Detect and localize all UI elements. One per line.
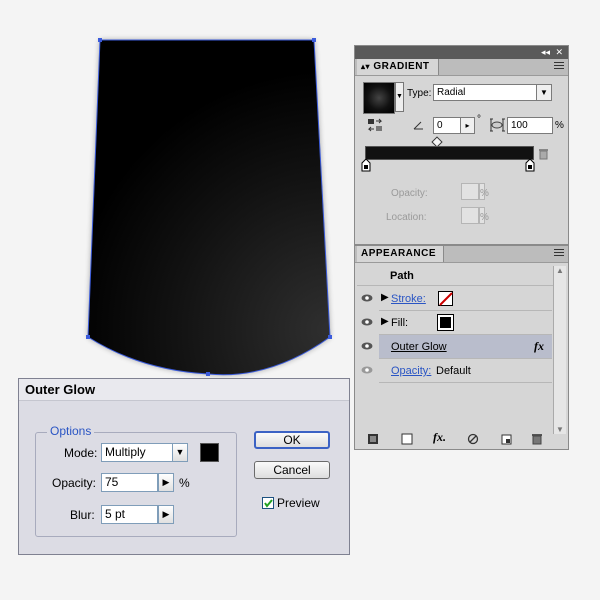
fill-row[interactable]: ▶ Fill: xyxy=(379,311,552,335)
outer-glow-visibility[interactable] xyxy=(357,335,377,359)
color-stop-right[interactable] xyxy=(525,158,535,175)
tab-gradient[interactable]: ▴▾ GRADIENT xyxy=(357,59,439,75)
stroke-visibility[interactable] xyxy=(357,287,377,311)
reduce-icon[interactable] xyxy=(467,433,479,445)
checkmark-icon xyxy=(264,499,273,508)
appearance-footer: fx. xyxy=(355,430,555,448)
tab-arrows-icon: ▴▾ xyxy=(361,62,371,71)
gradient-ramp[interactable] xyxy=(365,146,534,160)
glow-color-swatch[interactable] xyxy=(200,443,219,462)
opacity-unit: % xyxy=(179,476,190,490)
mode-dropdown-button[interactable]: ▼ xyxy=(172,443,188,462)
blur-input[interactable]: 5 pt xyxy=(101,505,158,524)
duplicate-item-icon[interactable] xyxy=(501,433,513,445)
options-group-label: Options xyxy=(47,424,95,438)
cancel-button[interactable]: Cancel xyxy=(254,461,330,479)
outer-glow-row[interactable]: Outer Glow fx xyxy=(379,335,552,359)
opacity-label: Opacity: xyxy=(52,476,97,490)
mode-label: Mode: xyxy=(64,446,98,460)
opacity-field xyxy=(461,183,479,200)
fill-visibility[interactable] xyxy=(357,311,377,335)
angle-dropdown-button[interactable]: ▸ xyxy=(460,117,475,134)
opacity-stepper-button[interactable]: ▶ xyxy=(158,473,174,492)
dialog-title[interactable]: Outer Glow xyxy=(19,379,349,401)
delete-stop-icon[interactable] xyxy=(538,147,549,163)
opacity-visibility[interactable] xyxy=(357,359,377,383)
location-percent: % xyxy=(480,212,489,223)
selected-path-shape[interactable] xyxy=(87,39,331,376)
scroll-up-icon[interactable]: ▲ xyxy=(554,266,566,275)
fill-label[interactable]: Fill: xyxy=(391,317,408,329)
new-art-basic-icon[interactable] xyxy=(367,433,379,445)
stroke-none-swatch[interactable] xyxy=(438,291,453,306)
eye-icon xyxy=(361,294,373,302)
angle-icon xyxy=(413,120,425,133)
mode-select[interactable]: Multiply xyxy=(101,443,173,462)
panel-menu-icon[interactable] xyxy=(554,62,564,71)
expand-triangle-icon[interactable]: ▶ xyxy=(381,316,389,327)
opacity-value: Default xyxy=(436,365,471,377)
gradient-panel: ◂◂ ✕ ▴▾ GRADIENT ▼ Type: Radial ▼ 0 ▸ ° … xyxy=(354,45,569,245)
outer-glow-dialog: Outer Glow Options Mode: Multiply ▼ Opac… xyxy=(18,378,350,555)
swatch-dropdown-icon[interactable]: ▼ xyxy=(395,82,404,112)
fx-icon[interactable]: fx xyxy=(534,339,544,354)
gradient-swatch[interactable] xyxy=(363,82,395,114)
opacity-link[interactable]: Opacity: xyxy=(391,365,431,377)
add-effect-icon[interactable]: fx. xyxy=(433,430,446,445)
preview-label[interactable]: Preview xyxy=(277,496,320,510)
opacity-label: Opacity: xyxy=(391,188,428,199)
blur-stepper-button[interactable]: ▶ xyxy=(158,505,174,524)
opacity-row[interactable]: Opacity: Default xyxy=(379,359,552,383)
panel-menu-icon[interactable] xyxy=(554,249,564,258)
aspect-ratio-icon xyxy=(489,117,505,136)
color-stop-left[interactable] xyxy=(361,158,371,175)
fill-black-swatch[interactable] xyxy=(437,314,454,331)
preview-checkbox[interactable] xyxy=(262,497,274,509)
blur-label: Blur: xyxy=(70,508,95,522)
eye-icon xyxy=(361,342,373,350)
clear-appearance-icon[interactable] xyxy=(401,433,413,445)
panel-scrollbar[interactable]: ▲ ▼ xyxy=(553,266,566,434)
location-field xyxy=(461,207,479,224)
outer-glow-label[interactable]: Outer Glow xyxy=(391,341,447,353)
eye-icon xyxy=(361,318,373,326)
stroke-label[interactable]: Stroke: xyxy=(391,293,426,305)
opacity-input[interactable]: 75 xyxy=(101,473,158,492)
scroll-down-icon[interactable]: ▼ xyxy=(554,425,566,434)
tab-appearance[interactable]: APPEARANCE xyxy=(357,246,444,262)
reverse-gradient-icon[interactable] xyxy=(367,118,383,132)
location-label: Location: xyxy=(386,212,427,223)
close-icon[interactable]: ✕ xyxy=(555,47,563,57)
degree-symbol: ° xyxy=(477,114,481,125)
type-dropdown-button[interactable]: ▼ xyxy=(536,84,552,101)
angle-input[interactable]: 0 xyxy=(433,117,461,134)
stroke-row[interactable]: ▶ Stroke: xyxy=(379,287,552,311)
aspect-percent: % xyxy=(555,120,564,131)
type-select[interactable]: Radial xyxy=(433,84,537,101)
ok-button[interactable]: OK xyxy=(254,431,330,449)
expand-triangle-icon[interactable]: ▶ xyxy=(381,292,389,303)
delete-item-icon[interactable] xyxy=(531,432,543,445)
opacity-percent: % xyxy=(480,188,489,199)
appearance-header: Path xyxy=(390,270,414,282)
panel-titlebar[interactable]: ◂◂ ✕ xyxy=(355,46,568,59)
aspect-ratio-input[interactable]: 100 xyxy=(507,117,553,134)
eye-icon xyxy=(361,366,373,374)
type-label: Type: xyxy=(407,88,432,99)
collapse-icon[interactable]: ◂◂ xyxy=(541,47,550,57)
